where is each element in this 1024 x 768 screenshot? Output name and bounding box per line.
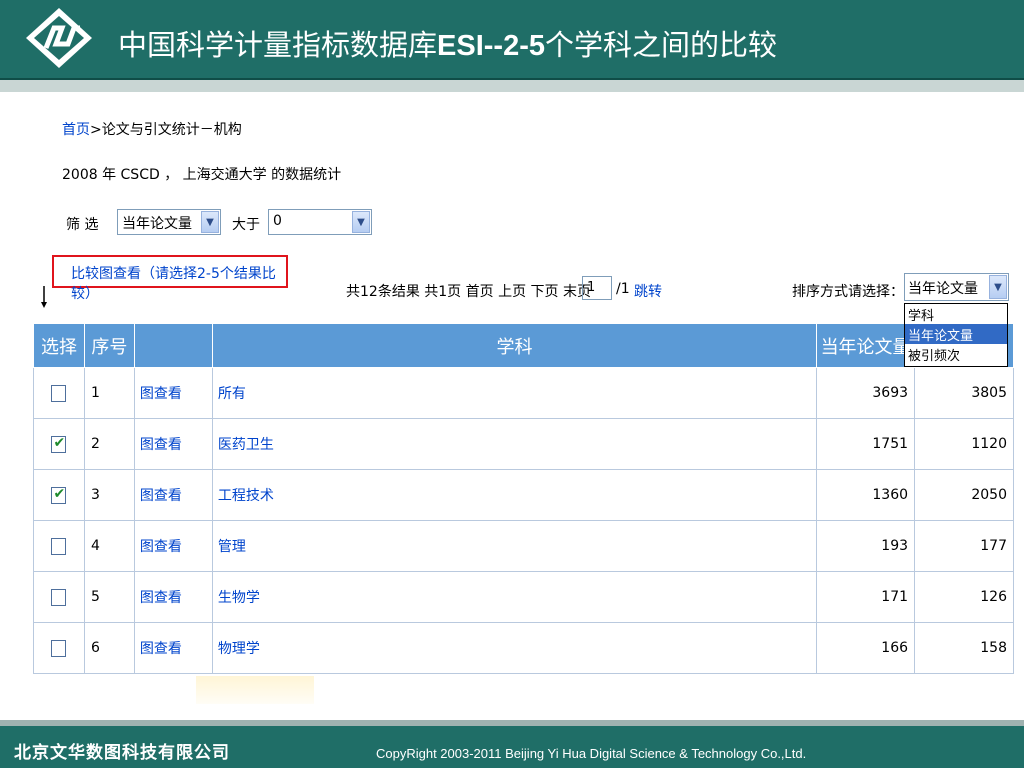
row-checkbox[interactable]	[51, 537, 67, 555]
col-select: 选择	[33, 323, 85, 368]
view-chart-link[interactable]: 图查看	[133, 367, 213, 419]
chevron-down-icon: ▼	[989, 275, 1007, 299]
papers-value: 1751	[816, 418, 916, 470]
citations-value: 158	[914, 622, 1014, 674]
row-index: 2	[83, 418, 135, 470]
table-row: 1 图查看 所有 3693 3805	[33, 367, 1014, 419]
sort-selected-value: 当年论文量	[908, 281, 978, 297]
sort-label: 排序方式请选择：	[792, 284, 904, 300]
view-chart-link[interactable]: 图查看	[133, 418, 213, 470]
filter-label: 筛 选	[66, 217, 99, 233]
filter-field-value: 当年论文量	[122, 216, 192, 232]
view-chart-link[interactable]: 图查看	[133, 571, 213, 623]
papers-value: 193	[816, 520, 916, 572]
header-shadow-rule	[0, 80, 1024, 92]
title-suffix: 个学科之间的比较	[545, 28, 778, 62]
sort-option-subject[interactable]: 学科	[905, 304, 1007, 324]
table-header-row: 选择 序号 学科 当年论文量	[33, 323, 1014, 368]
row-checkbox[interactable]	[51, 639, 67, 657]
page-title: 中国科学计量指标数据库ESI--2-5个学科之间的比较	[118, 22, 777, 64]
citations-value: 1120	[914, 418, 1014, 470]
citations-value: 2050	[914, 469, 1014, 521]
row-checkbox[interactable]	[51, 435, 67, 453]
papers-value: 171	[816, 571, 916, 623]
col-subject[interactable]: 学科	[211, 323, 818, 368]
sort-select[interactable]: 当年论文量 ▼	[904, 273, 1009, 301]
footer-copyright: CopyRight 2003-2011 Beijing Yi Hua Digit…	[376, 746, 807, 761]
citations-value: 177	[914, 520, 1014, 572]
page-total: /1	[616, 281, 630, 297]
breadcrumb-home-link[interactable]: 首页	[62, 122, 90, 138]
filter-field-select[interactable]: 当年论文量 ▼	[117, 209, 221, 235]
row-checkbox[interactable]	[51, 384, 67, 402]
breadcrumb: 首页>论文与引文统计－机构	[62, 119, 242, 139]
table-row: 2 图查看 医药卫生 1751 1120	[33, 418, 1014, 470]
row-checkbox[interactable]	[51, 486, 67, 504]
view-chart-link[interactable]: 图查看	[133, 469, 213, 521]
pager-summary: 共12条结果 共1页 首页 上页 下页 末页	[346, 284, 591, 300]
chevron-down-icon: ▼	[352, 211, 370, 233]
stat-description: 2008 年 CSCD ， 上海交通大学 的数据统计	[62, 167, 342, 183]
col-view	[133, 323, 213, 368]
row-index: 5	[83, 571, 135, 623]
breadcrumb-current: 论文与引文统计－机构	[101, 122, 242, 138]
sort-option-papers[interactable]: 当年论文量	[905, 324, 1007, 344]
subject-link[interactable]: 物理学	[211, 622, 818, 674]
papers-value: 166	[816, 622, 916, 674]
title-prefix: 中国科学计量指标数据库	[118, 28, 438, 62]
footer-brand: 北京文华数图科技有限公司	[14, 743, 230, 763]
breadcrumb-separator: >	[90, 122, 102, 138]
view-chart-link[interactable]: 图查看	[133, 520, 213, 572]
table-row: 4 图查看 管理 193 177	[33, 520, 1014, 572]
operator-label: 大于	[232, 217, 260, 233]
table-row: 5 图查看 生物学 171 126	[33, 571, 1014, 623]
row-index: 3	[83, 469, 135, 521]
papers-value: 1360	[816, 469, 916, 521]
threshold-value: 0	[273, 213, 282, 229]
subject-link[interactable]: 工程技术	[211, 469, 818, 521]
row-checkbox[interactable]	[51, 588, 67, 606]
row-index: 4	[83, 520, 135, 572]
subject-link[interactable]: 管理	[211, 520, 818, 572]
col-papers[interactable]: 当年论文量	[816, 323, 916, 368]
table-row: 6 图查看 物理学 166 158	[33, 622, 1014, 674]
threshold-select[interactable]: 0 ▼	[268, 209, 372, 235]
sort-option-citations[interactable]: 被引频次	[905, 344, 1007, 364]
decorative-fade	[196, 676, 314, 704]
jump-link[interactable]: 跳转	[634, 281, 662, 301]
row-index: 6	[83, 622, 135, 674]
papers-value: 3693	[816, 367, 916, 419]
page-number-input[interactable]: 1	[582, 276, 612, 300]
row-index: 1	[83, 367, 135, 419]
sort-options-list: 学科 当年论文量 被引频次	[904, 303, 1008, 367]
chevron-down-icon: ▼	[201, 211, 219, 233]
subject-link[interactable]: 医药卫生	[211, 418, 818, 470]
view-chart-link[interactable]: 图查看	[133, 622, 213, 674]
table-row: 3 图查看 工程技术 1360 2050	[33, 469, 1014, 521]
results-table: 选择 序号 学科 当年论文量 1 图查看 所有 3693 3805 2 图查看 …	[33, 323, 1014, 674]
col-index: 序号	[83, 323, 135, 368]
arrow-down-icon	[41, 286, 47, 308]
company-logo-icon	[26, 8, 92, 68]
subject-link[interactable]: 所有	[211, 367, 818, 419]
citations-value: 3805	[914, 367, 1014, 419]
title-bold: ESI--2-5	[437, 30, 545, 62]
subject-link[interactable]: 生物学	[211, 571, 818, 623]
compare-chart-button[interactable]: 比较图查看（请选择2-5个结果比较）	[52, 255, 288, 302]
citations-value: 126	[914, 571, 1014, 623]
